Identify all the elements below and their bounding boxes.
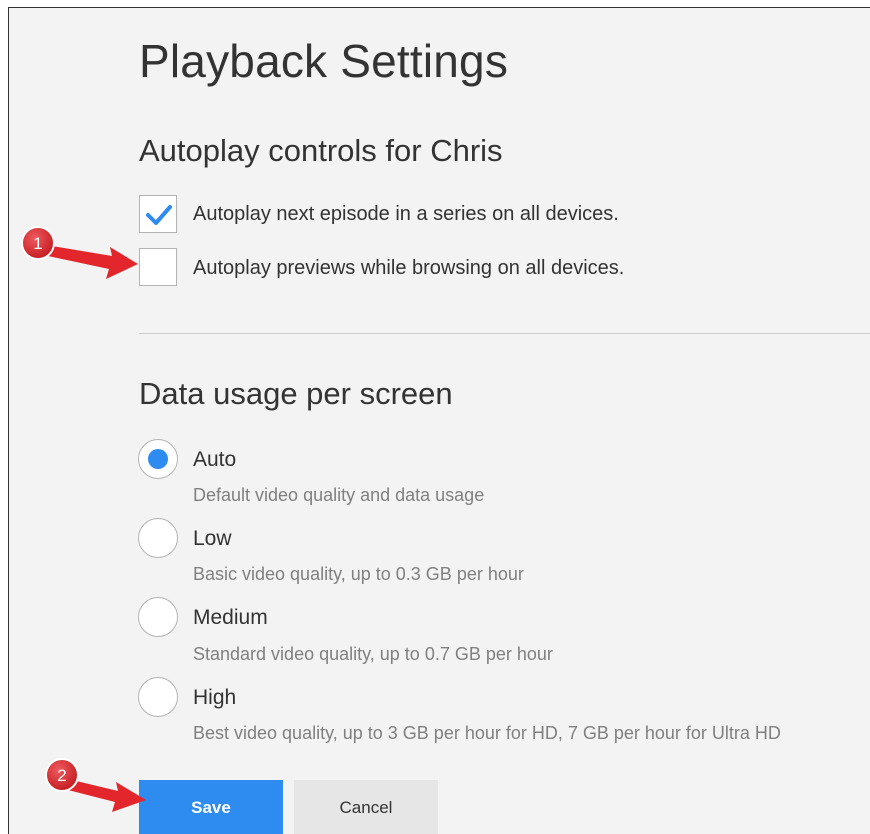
red-arrow-icon xyxy=(48,246,138,279)
annotation-marker-1: 1 xyxy=(21,226,55,260)
screenshot-frame: Playback Settings Autoplay controls for … xyxy=(0,0,870,834)
red-arrow-icon xyxy=(68,780,146,812)
annotation-marker-2: 2 xyxy=(45,758,79,792)
annotation-marker-2-label: 2 xyxy=(57,766,66,785)
annotation-marker-1-label: 1 xyxy=(33,234,42,253)
annotation-overlay: 1 2 xyxy=(21,226,146,812)
